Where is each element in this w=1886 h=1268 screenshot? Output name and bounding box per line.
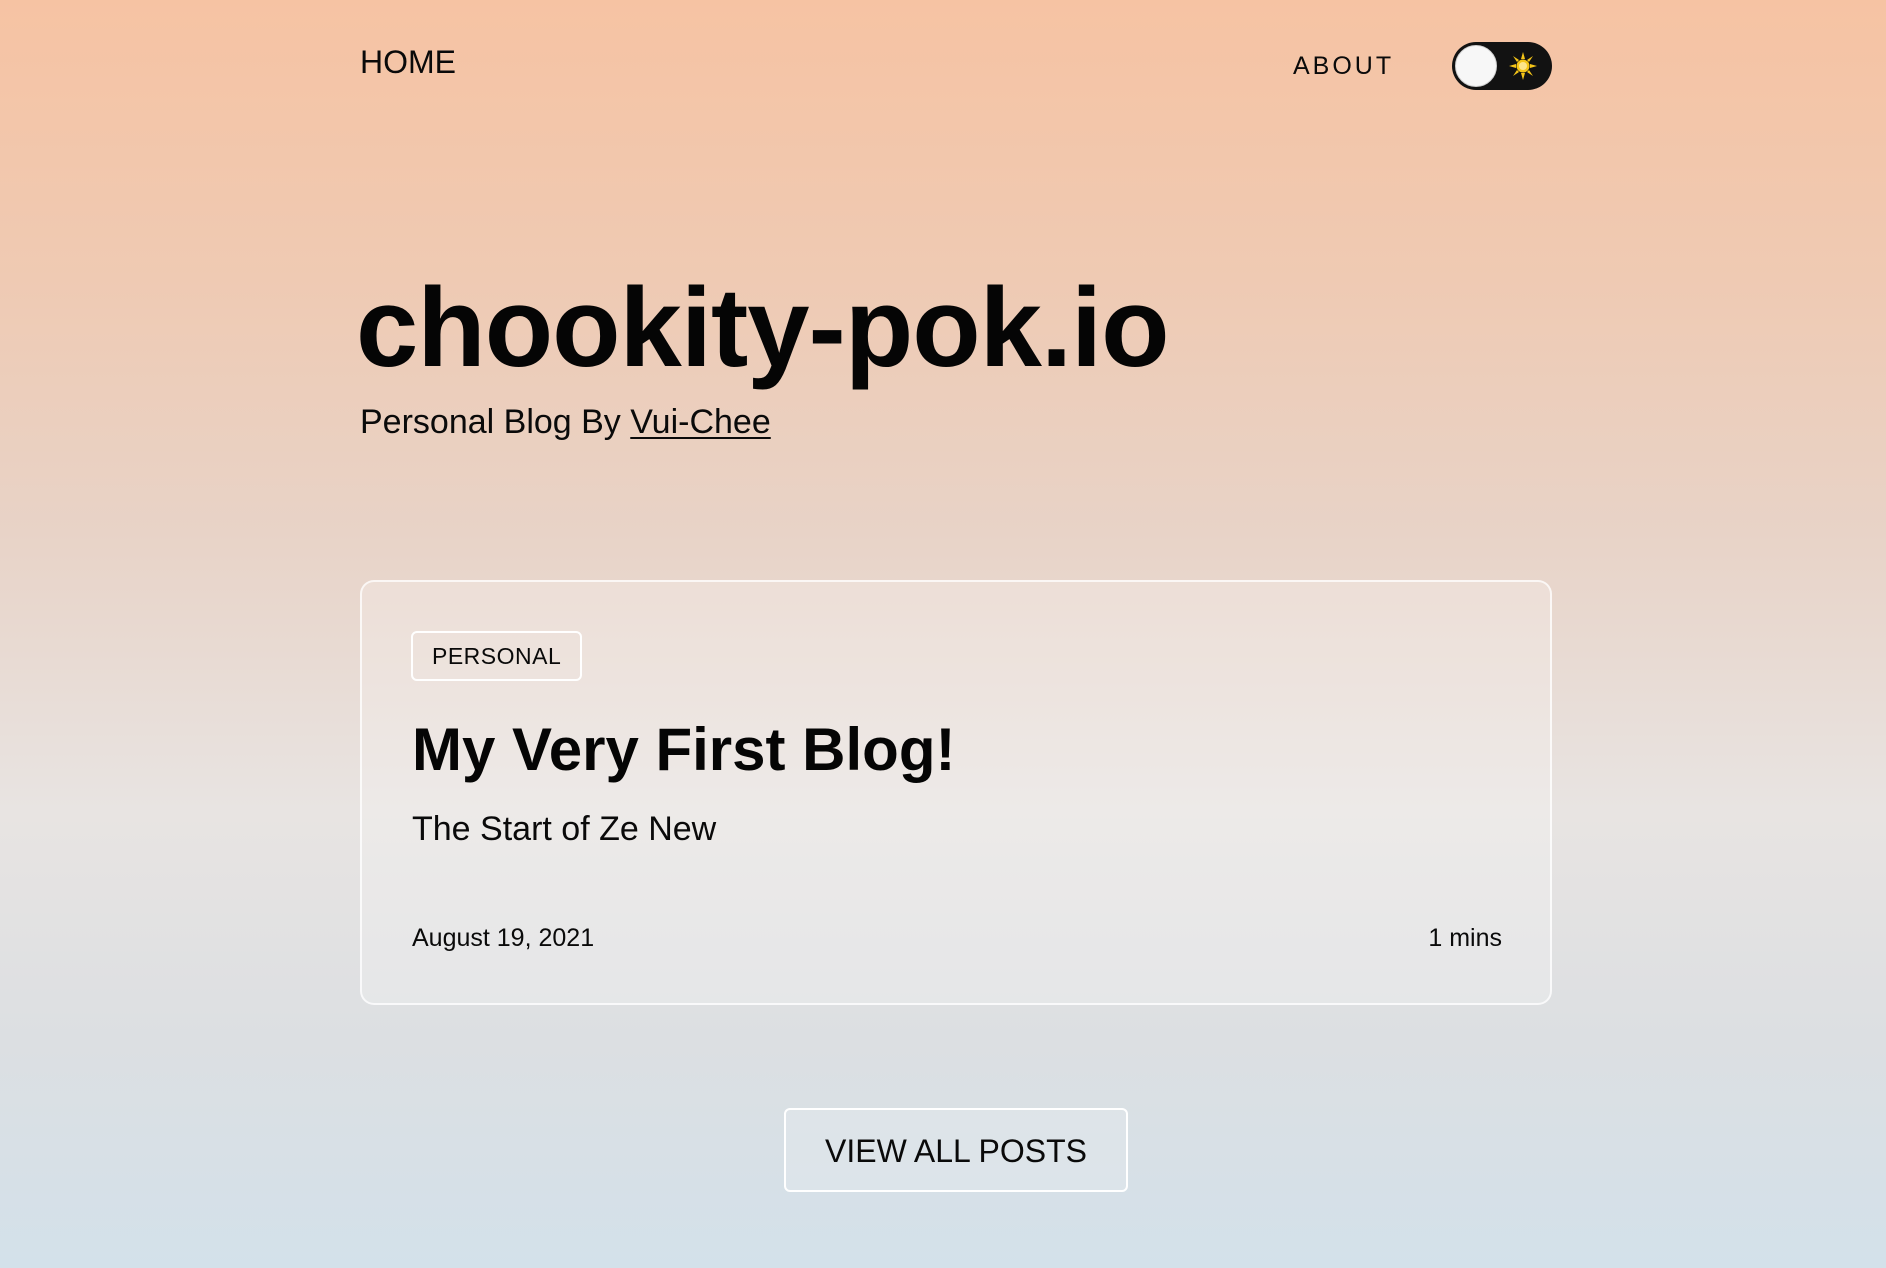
view-all-posts-button[interactable]: VIEW ALL POSTS <box>784 1108 1128 1192</box>
post-tag-badge[interactable]: PERSONAL <box>411 631 583 681</box>
nav-about-link[interactable]: ABOUT <box>1293 52 1394 81</box>
nav-home-link[interactable]: HOME <box>360 44 456 81</box>
post-date: August 19, 2021 <box>412 924 595 952</box>
post-read-time: 1 mins <box>1428 924 1502 952</box>
sun-icon <box>1509 52 1537 80</box>
post-title[interactable]: My Very First Blog! <box>412 714 955 786</box>
subtitle-prefix: Personal Blog By <box>360 403 631 441</box>
theme-toggle[interactable] <box>1452 42 1552 90</box>
site-subtitle: Personal Blog By Vui-Chee <box>360 403 771 442</box>
page-container: HOME ABOUT chookity-pok.io Personal Blog… <box>356 0 1552 1268</box>
post-excerpt: The Start of Ze New <box>412 810 717 848</box>
post-card[interactable]: PERSONAL My Very First Blog! The Start o… <box>360 580 1552 1005</box>
author-link[interactable]: Vui-Chee <box>630 403 770 441</box>
site-title: chookity-pok.io <box>356 265 1170 390</box>
toggle-knob <box>1455 45 1497 87</box>
